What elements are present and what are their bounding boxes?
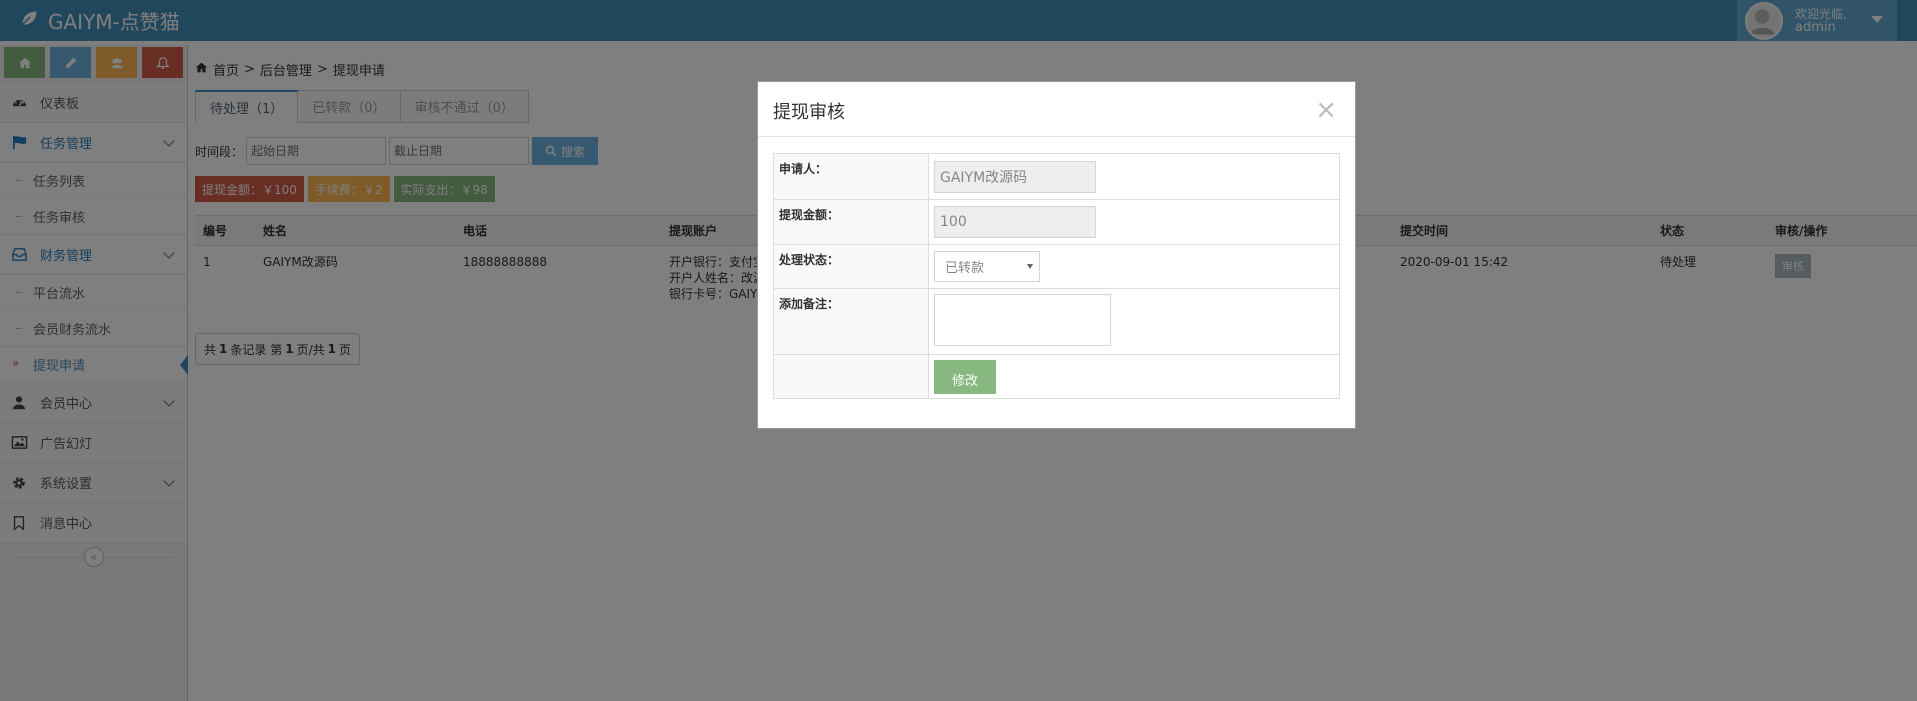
close-icon[interactable]: × [1315,97,1337,123]
status-select[interactable]: 已转款 [934,251,1040,282]
form-row-note: 添加备注： [773,288,1340,355]
caret-down-icon [1027,264,1033,269]
form-row-submit: 修改 [773,354,1340,399]
status-label: 处理状态： [773,244,929,289]
applicant-label: 申请人： [773,153,929,200]
modify-button[interactable]: 修改 [934,359,996,394]
empty-label [773,354,929,399]
submit-cell: 修改 [928,354,1340,399]
status-selected: 已转款 [945,261,985,276]
form-row-amount: 提现金额： [773,199,1340,245]
amount-label: 提现金额： [773,199,929,245]
form-row-status: 处理状态： 已转款 [773,244,1340,289]
applicant-cell [928,153,1340,200]
audit-form: 申请人： 提现金额： 处理状态： 已转款 添加备注： [773,153,1340,399]
note-textarea[interactable] [934,294,1111,346]
withdraw-audit-modal: 提现审核 × 申请人： 提现金额： 处理状态： 已转款 添加备注 [757,81,1356,429]
modal-header: 提现审核 × [758,82,1355,137]
form-row-applicant: 申请人： [773,153,1340,200]
status-cell: 已转款 [928,244,1340,289]
note-cell [928,288,1340,355]
amount-cell [928,199,1340,245]
modal-title: 提现审核 [773,102,845,123]
note-label: 添加备注： [773,288,929,355]
applicant-input[interactable] [934,160,1096,193]
amount-input[interactable] [934,206,1096,238]
